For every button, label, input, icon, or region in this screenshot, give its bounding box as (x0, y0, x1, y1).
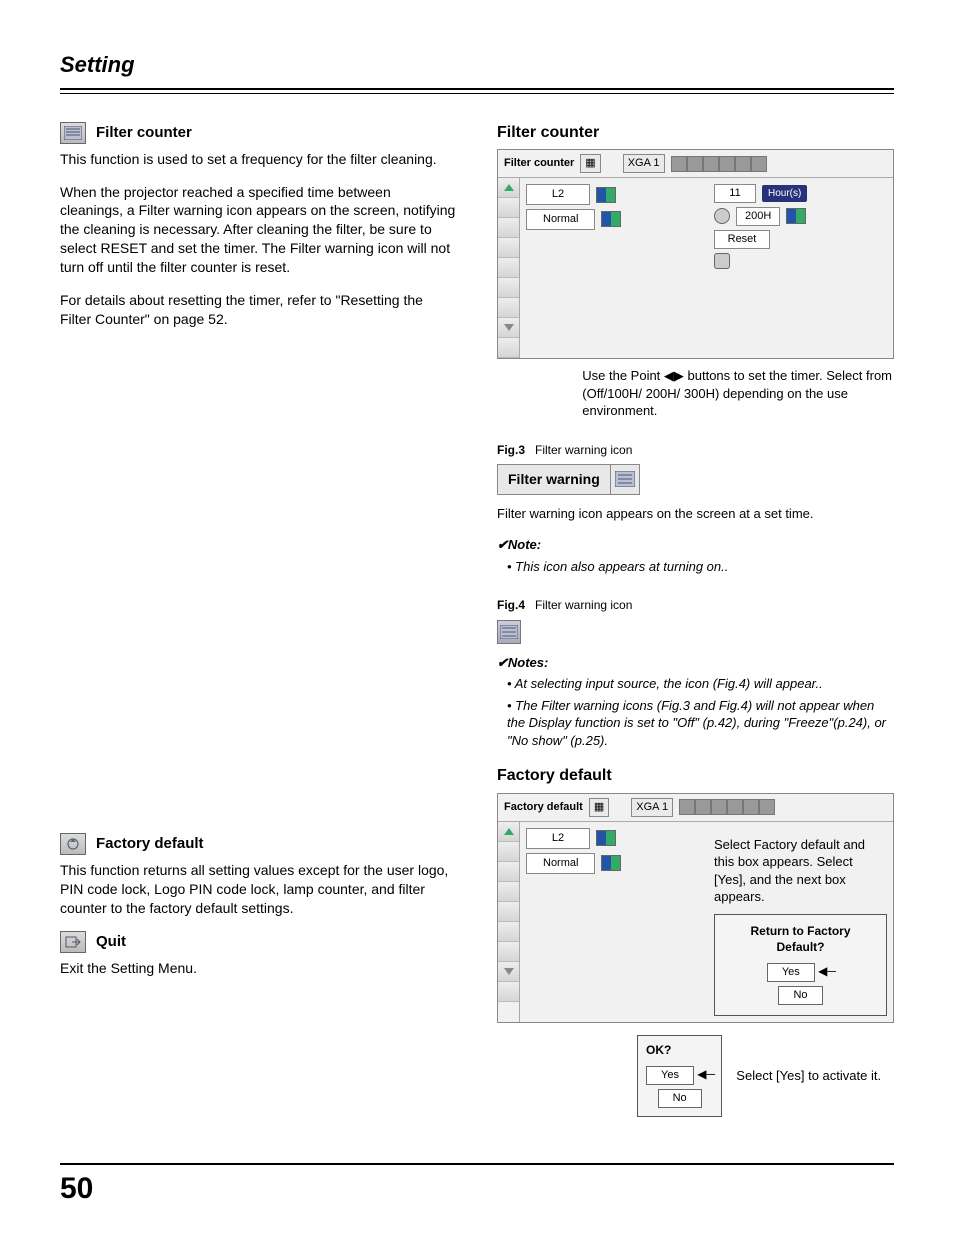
filter-counter-title: Filter counter (96, 123, 192, 143)
dialog2-question: OK? (646, 1042, 713, 1058)
osd2-row-normal: Normal (526, 853, 595, 874)
fig3-desc: Filter warning icon appears on the scree… (497, 505, 894, 523)
filter-warning-icon (611, 465, 639, 493)
arrows-icon (786, 208, 806, 224)
factory-default-desc: Select Factory default and this box appe… (714, 836, 887, 906)
pointer-icon: ◀─ (697, 1066, 713, 1076)
note-title: ✔Note: (497, 537, 541, 552)
dialog1-no-button[interactable]: No (778, 986, 822, 1005)
osd2-side-icons (498, 822, 520, 1022)
factory-default-icon (60, 833, 86, 855)
osd-row-l2: L2 (526, 184, 590, 205)
dialog1-yes-button[interactable]: Yes (767, 963, 815, 982)
filter-counter-p3: For details about resetting the timer, r… (60, 291, 457, 329)
osd2-label: Factory default (504, 800, 583, 815)
osd-hours-value: 11 (714, 184, 756, 203)
arrows-icon (601, 211, 621, 227)
page-header-title: Setting (60, 50, 894, 80)
ok-dialog: OK? Yes ◀─ No (637, 1035, 722, 1117)
arrows-icon (596, 187, 616, 203)
footer-rule (60, 1163, 894, 1165)
fig4-icon (497, 620, 521, 644)
factory-default-osd: Factory default ▦ XGA 1 L2 Normal (497, 793, 894, 1023)
right-filter-counter-title: Filter counter (497, 122, 894, 144)
use-note: Use the Point ◀▶ buttons to set the time… (582, 367, 894, 420)
arrows-icon (596, 830, 616, 846)
osd2-top-icons (679, 799, 775, 815)
quit-icon (60, 931, 86, 953)
fig3-notes: This icon also appears at turning on.. (507, 558, 894, 576)
fig3-label: Fig.3Filter warning icon (497, 442, 894, 458)
osd-timer-value: 200H (736, 207, 780, 226)
dialog1-question: Return to Factory Default? (725, 923, 876, 955)
fig4-notes: At selecting input source, the icon (Fig… (507, 675, 894, 749)
quit-title: Quit (96, 932, 126, 952)
arrows-icon (601, 855, 621, 871)
filter-counter-p1: This function is used to set a frequency… (60, 150, 457, 169)
filter-counter-p2: When the projector reached a specified t… (60, 183, 457, 277)
osd-resolution: XGA 1 (623, 154, 665, 173)
osd-top-icons (671, 156, 767, 172)
exit-icon (714, 253, 730, 269)
return-default-dialog: Return to Factory Default? Yes ◀─ No (714, 914, 887, 1016)
dialog2-yes-button[interactable]: Yes (646, 1066, 694, 1085)
factory-default-title: Factory default (96, 834, 204, 854)
pointer-icon: ◀─ (818, 963, 834, 973)
osd2-resolution: XGA 1 (631, 798, 673, 817)
osd-label: Filter counter (504, 156, 574, 171)
filter-warning-text: Filter warning (498, 465, 611, 494)
header-rule-thick (60, 88, 894, 90)
osd-row-normal: Normal (526, 209, 595, 230)
fig4-label: Fig.4Filter warning icon (497, 597, 894, 613)
osd-side-icons (498, 178, 520, 358)
dialog2-no-button[interactable]: No (658, 1089, 702, 1108)
filter-warning-pill: Filter warning (497, 464, 640, 495)
header-rule-thin (60, 93, 894, 94)
hours-badge: Hour(s) (762, 185, 807, 203)
factory-default-p1: This function returns all setting values… (60, 861, 457, 918)
osd-label-icon: ▦ (580, 154, 600, 173)
right-factory-default-title: Factory default (497, 765, 894, 787)
filter-counter-icon (60, 122, 86, 144)
notes-title: ✔Notes: (497, 655, 548, 670)
osd2-row-l2: L2 (526, 828, 590, 849)
page-number: 50 (60, 1169, 894, 1210)
filter-counter-osd: Filter counter ▦ XGA 1 L2 Normal (497, 149, 894, 359)
back-icon (714, 208, 730, 224)
osd-reset: Reset (714, 230, 770, 249)
activate-note: Select [Yes] to activate it. (736, 1067, 881, 1085)
quit-p1: Exit the Setting Menu. (60, 959, 457, 978)
osd2-label-icon: ▦ (589, 798, 609, 817)
